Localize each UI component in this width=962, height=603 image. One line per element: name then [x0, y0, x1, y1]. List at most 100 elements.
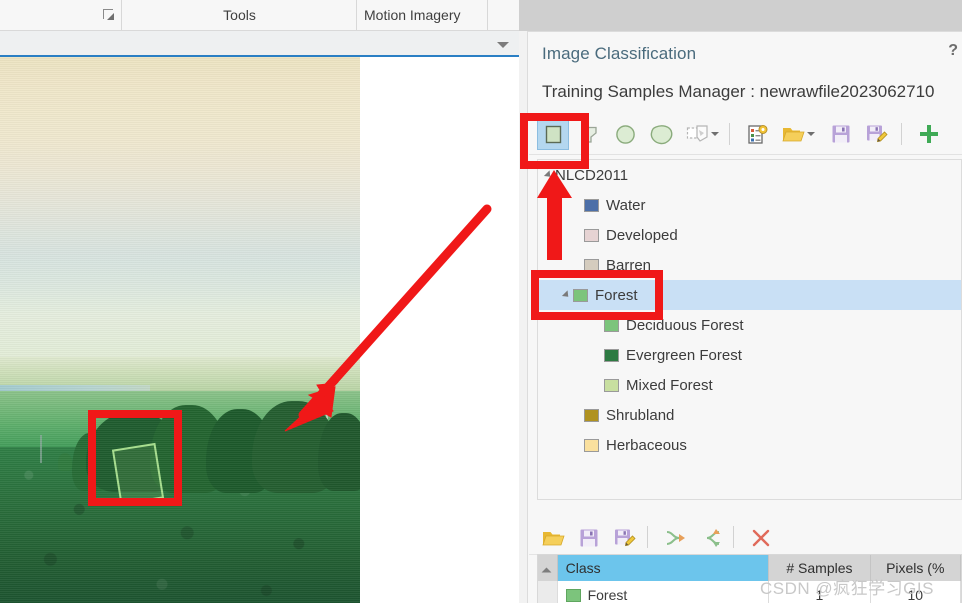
- class-color-swatch: [584, 198, 599, 212]
- chevron-down-icon[interactable]: [497, 42, 509, 48]
- polygon-icon: [581, 126, 597, 143]
- draw-freehand-tool[interactable]: [645, 118, 677, 150]
- tree-item-mixed-forest[interactable]: Mixed Forest: [538, 370, 961, 400]
- ribbon-group-motion-imagery[interactable]: Motion Imagery: [358, 0, 488, 30]
- toolbar-separator: [729, 123, 730, 145]
- expand-samples[interactable]: [695, 522, 727, 554]
- dock-body: Image Classification ? Training Samples …: [527, 31, 962, 603]
- delete-samples[interactable]: [745, 522, 777, 554]
- tree-item-label: Forest: [595, 286, 638, 304]
- ribbon-group-1: [0, 0, 122, 30]
- app-window: Tools Motion Imagery Image Classificatio…: [0, 0, 962, 603]
- tree-root-nlcd2011[interactable]: NLCD2011: [538, 160, 961, 190]
- class-color-swatch: [604, 348, 619, 362]
- tree-item-herbaceous[interactable]: Herbaceous: [538, 430, 961, 460]
- view-tab-bar: [0, 31, 519, 57]
- class-color-swatch: [584, 408, 599, 422]
- tree-item-deciduous-forest[interactable]: Deciduous Forest: [538, 310, 961, 340]
- annotation-highlight-box: [88, 410, 182, 506]
- circle-icon: [615, 124, 635, 144]
- toolbar-separator: [901, 123, 902, 145]
- select-feature-icon: [686, 124, 708, 142]
- training-samples-toolbar: [529, 114, 962, 155]
- rectangle-icon: [545, 125, 561, 143]
- table-corner-cell[interactable]: [538, 555, 558, 581]
- draw-polygon-tool[interactable]: [573, 118, 605, 150]
- toolbar-separator: [647, 526, 648, 548]
- class-color-swatch: [604, 318, 619, 332]
- merge-icon: [666, 531, 685, 545]
- class-color-swatch: [584, 228, 599, 242]
- open-training-samples[interactable]: [537, 522, 569, 554]
- ribbon-group-motion-imagery-label: Motion Imagery: [364, 7, 461, 23]
- class-color-swatch: [565, 588, 581, 602]
- draw-circle-tool[interactable]: [609, 118, 641, 150]
- plus-icon: [920, 125, 938, 143]
- chevron-down-icon[interactable]: [711, 132, 719, 136]
- expander-icon[interactable]: [543, 170, 554, 180]
- tree-item-barren[interactable]: Barren: [538, 250, 961, 280]
- save-as-icon: [615, 529, 636, 547]
- column-header-class[interactable]: Class: [557, 555, 770, 581]
- close-icon: [752, 529, 770, 547]
- tree-item-evergreen-forest[interactable]: Evergreen Forest: [538, 340, 961, 370]
- save-schema-as[interactable]: [861, 118, 893, 150]
- ribbon-bar: Tools Motion Imagery: [0, 0, 519, 31]
- save-schema[interactable]: [825, 118, 857, 150]
- ribbon-group-tools[interactable]: Tools: [123, 0, 357, 30]
- tree-item-label: Deciduous Forest: [626, 316, 744, 334]
- properties-icon: [747, 124, 767, 144]
- class-color-swatch: [573, 288, 588, 302]
- page-title: Image Classification: [542, 44, 697, 63]
- save-as-icon: [867, 125, 888, 143]
- draw-rectangle-tool[interactable]: [537, 118, 569, 150]
- training-samples-manager-title: Training Samples Manager : newrawfile202…: [542, 82, 935, 101]
- save-training-samples-as[interactable]: [609, 522, 641, 554]
- tree-item-water[interactable]: Water: [538, 190, 961, 220]
- open-folder-icon: [781, 127, 805, 141]
- class-color-swatch: [584, 258, 599, 272]
- row-selector-cell[interactable]: [538, 581, 558, 603]
- chevron-down-icon[interactable]: [807, 132, 815, 136]
- class-color-swatch: [584, 438, 599, 452]
- tree-item-label: Mixed Forest: [626, 376, 713, 394]
- class-color-swatch: [604, 378, 619, 392]
- toolbar-separator: [733, 526, 734, 548]
- tree-item-label: Herbaceous: [606, 436, 687, 454]
- annotation-arrow-icon: [284, 204, 492, 432]
- tree-item-label: Evergreen Forest: [626, 346, 742, 364]
- cell-class-label: Forest: [587, 587, 628, 603]
- samples-table-toolbar: [529, 520, 962, 555]
- small-bush: [58, 453, 72, 471]
- image-classification-pane: Image Classification ? Training Samples …: [519, 0, 962, 603]
- edit-class-properties[interactable]: [741, 118, 773, 150]
- add-new-class[interactable]: [913, 118, 945, 150]
- expander-icon[interactable]: [561, 290, 572, 300]
- class-schema-tree[interactable]: NLCD2011 Water Developed Barren Forest D…: [537, 159, 962, 500]
- tree-root-label: NLCD2011: [555, 166, 629, 184]
- collapse-samples[interactable]: [659, 522, 691, 554]
- map-canvas[interactable]: [0, 57, 519, 603]
- dialog-launcher-icon[interactable]: [103, 9, 115, 21]
- tree-item-label: Barren: [606, 256, 652, 274]
- tree-item-label: Water: [606, 196, 646, 214]
- tree-item-developed[interactable]: Developed: [538, 220, 961, 250]
- tree-item-shrubland[interactable]: Shrubland: [538, 400, 961, 430]
- utility-pole: [40, 435, 42, 463]
- open-folder-icon: [541, 531, 565, 545]
- tree-item-forest[interactable]: Forest: [538, 280, 961, 310]
- save-training-samples[interactable]: [573, 522, 605, 554]
- ribbon-group-tools-label: Tools: [223, 7, 256, 23]
- freehand-icon: [650, 124, 672, 144]
- select-by-feature-tool[interactable]: [681, 118, 713, 150]
- open-schema[interactable]: [777, 118, 809, 150]
- tree-item-label: Developed: [606, 226, 678, 244]
- help-icon[interactable]: ?: [948, 42, 958, 60]
- dock-top-strip: [519, 0, 962, 31]
- tree-item-label: Shrubland: [606, 406, 675, 424]
- split-icon: [706, 529, 720, 547]
- cell-class: Forest: [558, 581, 770, 603]
- watermark: CSDN @疯狂学习GIS: [760, 579, 934, 598]
- save-icon: [580, 529, 598, 547]
- save-icon: [832, 125, 850, 143]
